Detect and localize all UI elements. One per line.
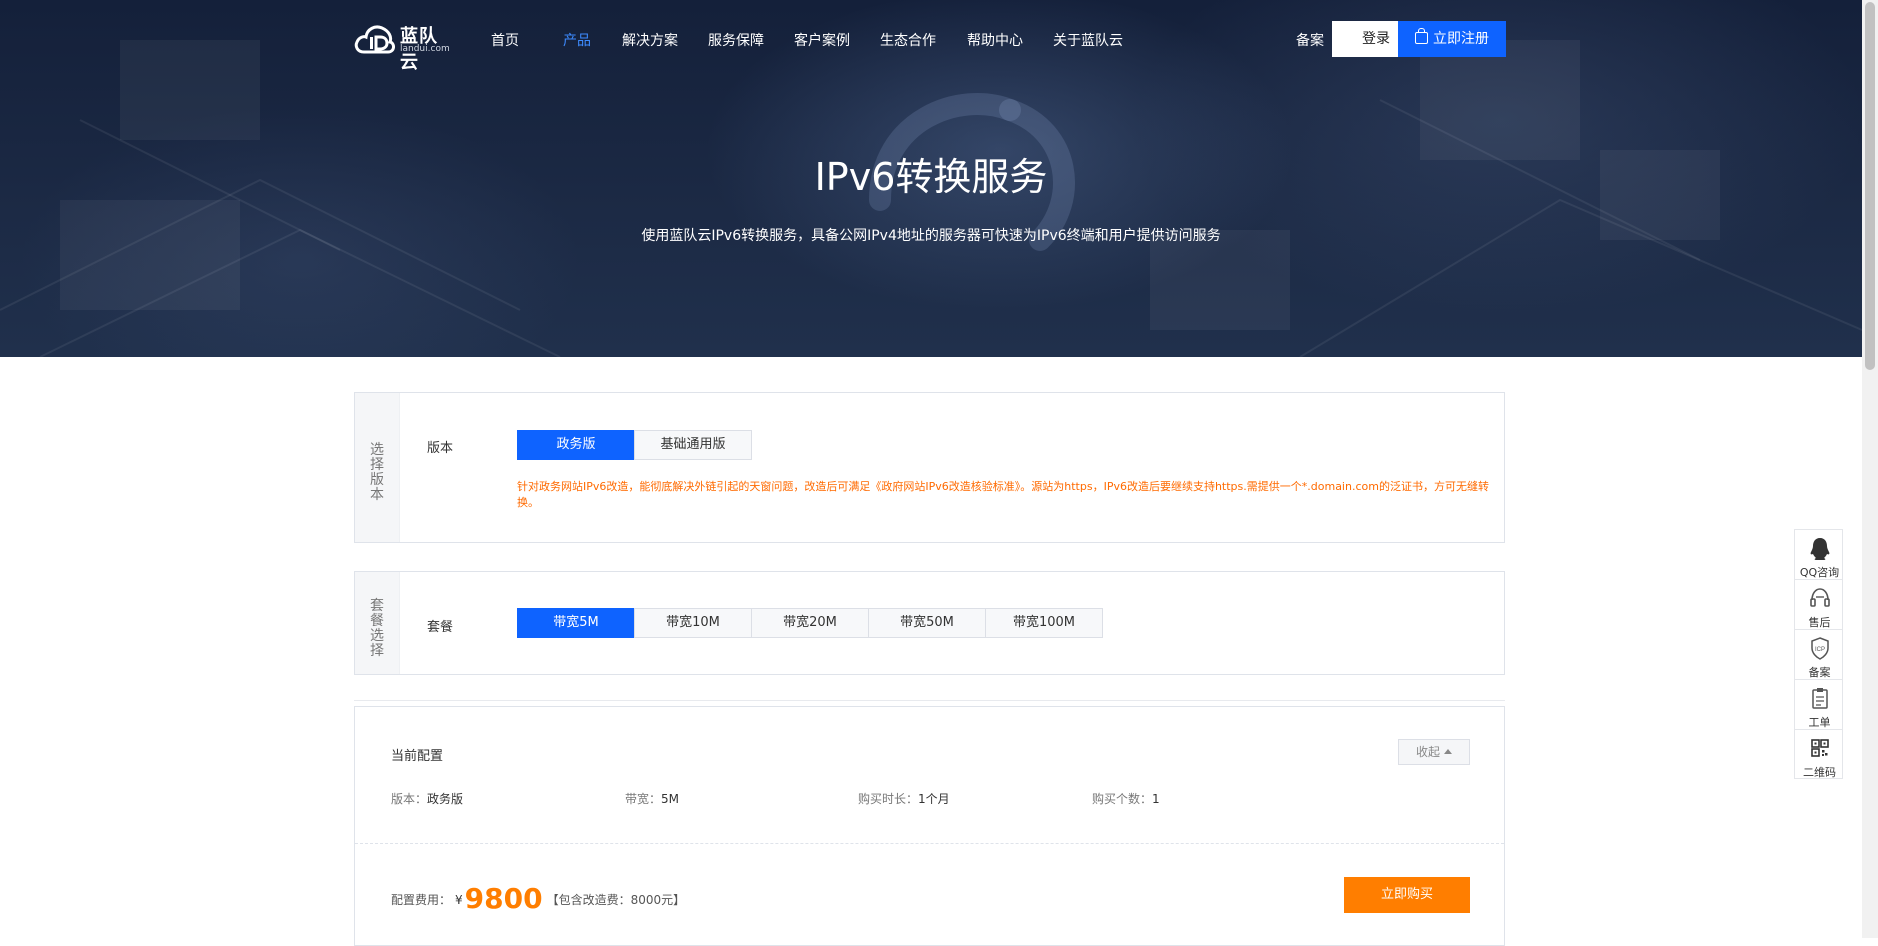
register-label: 立即注册 — [1433, 31, 1489, 47]
config-quantity-label: 购买个数： — [1092, 792, 1153, 806]
fee-includes: 【包含改造费：8000元】 — [546, 893, 686, 907]
headset-icon — [1810, 588, 1830, 607]
package-option-50m[interactable]: 带宽50M — [868, 608, 986, 638]
buy-now-button[interactable]: 立即购买 — [1344, 877, 1470, 913]
nav-item-help[interactable]: 帮助中心 — [967, 30, 1023, 50]
config-version-value: 政务版 — [427, 792, 464, 806]
fee-label: 配置费用： — [391, 893, 452, 907]
float-item-qq[interactable]: QQ咨询 — [1794, 529, 1843, 579]
version-panel: 选择版本 版本 政务版 基础通用版 针对政务网站IPv6改造，能彻底解决外链引起… — [354, 392, 1505, 543]
version-options: 政务版 基础通用版 — [517, 430, 752, 460]
package-option-100m[interactable]: 带宽100M — [985, 608, 1103, 638]
qrcode-icon — [1811, 739, 1829, 757]
config-bandwidth-label: 带宽： — [625, 792, 662, 806]
float-label-beian: 备案 — [1808, 666, 1831, 679]
config-duration-value: 1个月 — [918, 792, 950, 806]
package-option-20m[interactable]: 带宽20M — [751, 608, 869, 638]
config-item-version: 版本：政务版 — [391, 790, 463, 807]
nav-item-service[interactable]: 服务保障 — [708, 30, 764, 50]
config-bandwidth-value: 5M — [661, 792, 680, 806]
collapse-label: 收起 — [1415, 745, 1440, 759]
brand-domain: landui.com — [400, 44, 450, 54]
float-item-qrcode[interactable]: 二维码 — [1794, 729, 1843, 779]
package-options: 带宽5M 带宽10M 带宽20M 带宽50M 带宽100M — [517, 608, 1103, 638]
icp-shield-icon: ICP — [1811, 637, 1829, 660]
package-panel-sidebar: 套餐选择 — [355, 572, 400, 674]
package-panel: 套餐选择 套餐 带宽5M 带宽10M 带宽20M 带宽50M 带宽100M — [354, 571, 1505, 675]
config-item-bandwidth: 带宽：5M — [625, 790, 679, 807]
clipboard-icon — [1812, 688, 1828, 709]
svg-text:ICP: ICP — [1815, 647, 1825, 653]
package-option-5m[interactable]: 带宽5M — [517, 608, 635, 638]
beian-link[interactable]: 备案 — [1296, 30, 1324, 50]
version-option-government[interactable]: 政务版 — [517, 430, 635, 460]
version-panel-sidebar: 选择版本 — [355, 393, 400, 542]
nav-item-partners[interactable]: 生态合作 — [880, 30, 936, 50]
version-option-basic[interactable]: 基础通用版 — [634, 430, 752, 460]
package-row-label: 套餐 — [427, 620, 454, 635]
qq-icon — [1810, 538, 1830, 560]
page-subtitle: 使用蓝队云IPv6转换服务，具备公网IPv4地址的服务器可快速为IPv6终端和用… — [641, 228, 1221, 244]
currency-symbol: ¥ — [455, 893, 463, 907]
nav-item-home[interactable]: 首页 — [491, 30, 519, 50]
float-label-qq: QQ咨询 — [1799, 566, 1840, 579]
collapse-button[interactable]: 收起 — [1398, 739, 1470, 765]
version-row-label: 版本 — [427, 441, 454, 456]
caret-up-icon — [1444, 749, 1452, 754]
brand-logo[interactable]: 蓝队云 landui.com — [354, 22, 454, 73]
price-value: 9800 — [464, 882, 543, 915]
version-note: 针对政务网站IPv6改造，能彻底解决外链引起的天窗问题，改造后可满足《政府网站I… — [517, 480, 1489, 509]
float-item-beian[interactable]: ICP 备案 — [1794, 629, 1843, 679]
nav-item-cases[interactable]: 客户案例 — [794, 30, 850, 50]
hero-banner: 蓝队云 landui.com 首页 产品 解决方案 服务保障 客户案例 生态合作… — [0, 0, 1862, 357]
config-item-duration: 购买时长：1个月 — [858, 790, 950, 807]
float-item-ticket[interactable]: 工单 — [1794, 679, 1843, 729]
float-label-aftersales: 售后 — [1808, 616, 1831, 629]
float-label-ticket: 工单 — [1808, 716, 1831, 729]
register-button[interactable]: 立即注册 — [1398, 21, 1506, 57]
package-option-10m[interactable]: 带宽10M — [634, 608, 752, 638]
config-version-label: 版本： — [391, 792, 428, 806]
cloud-logo-icon — [354, 25, 395, 54]
page-title: IPv6转换服务 — [814, 155, 1048, 199]
config-item-quantity: 购买个数：1 — [1092, 790, 1160, 807]
config-quantity-value: 1 — [1152, 792, 1160, 806]
nav-item-products[interactable]: 产品 — [563, 30, 591, 50]
fee-summary: 配置费用： ¥9800 【包含改造费：8000元】 — [391, 882, 685, 915]
version-side-label: 选择版本 — [370, 442, 384, 503]
config-duration-label: 购买时长： — [858, 792, 919, 806]
float-label-qrcode: 二维码 — [1803, 766, 1836, 779]
dashed-divider — [355, 843, 1504, 844]
nav-item-about[interactable]: 关于蓝队云 — [1053, 30, 1123, 50]
top-navigation: 蓝队云 landui.com 首页 产品 解决方案 服务保障 客户案例 生态合作… — [0, 0, 1862, 80]
scrollbar-thumb[interactable] — [1865, 2, 1875, 370]
config-title: 当前配置 — [391, 749, 444, 764]
float-item-aftersales[interactable]: 售后 — [1794, 579, 1843, 629]
page-scrollbar[interactable] — [1862, 0, 1878, 938]
floating-toolbar: QQ咨询 售后 ICP 备案 工单 二维码 — [1794, 529, 1843, 779]
shopping-bag-icon — [1415, 28, 1428, 44]
package-side-label: 套餐选择 — [370, 598, 384, 659]
current-config-panel: 当前配置 收起 版本：政务版 带宽：5M 购买时长：1个月 购买个数：1 配置费… — [354, 706, 1505, 946]
nav-item-solutions[interactable]: 解决方案 — [622, 30, 678, 50]
